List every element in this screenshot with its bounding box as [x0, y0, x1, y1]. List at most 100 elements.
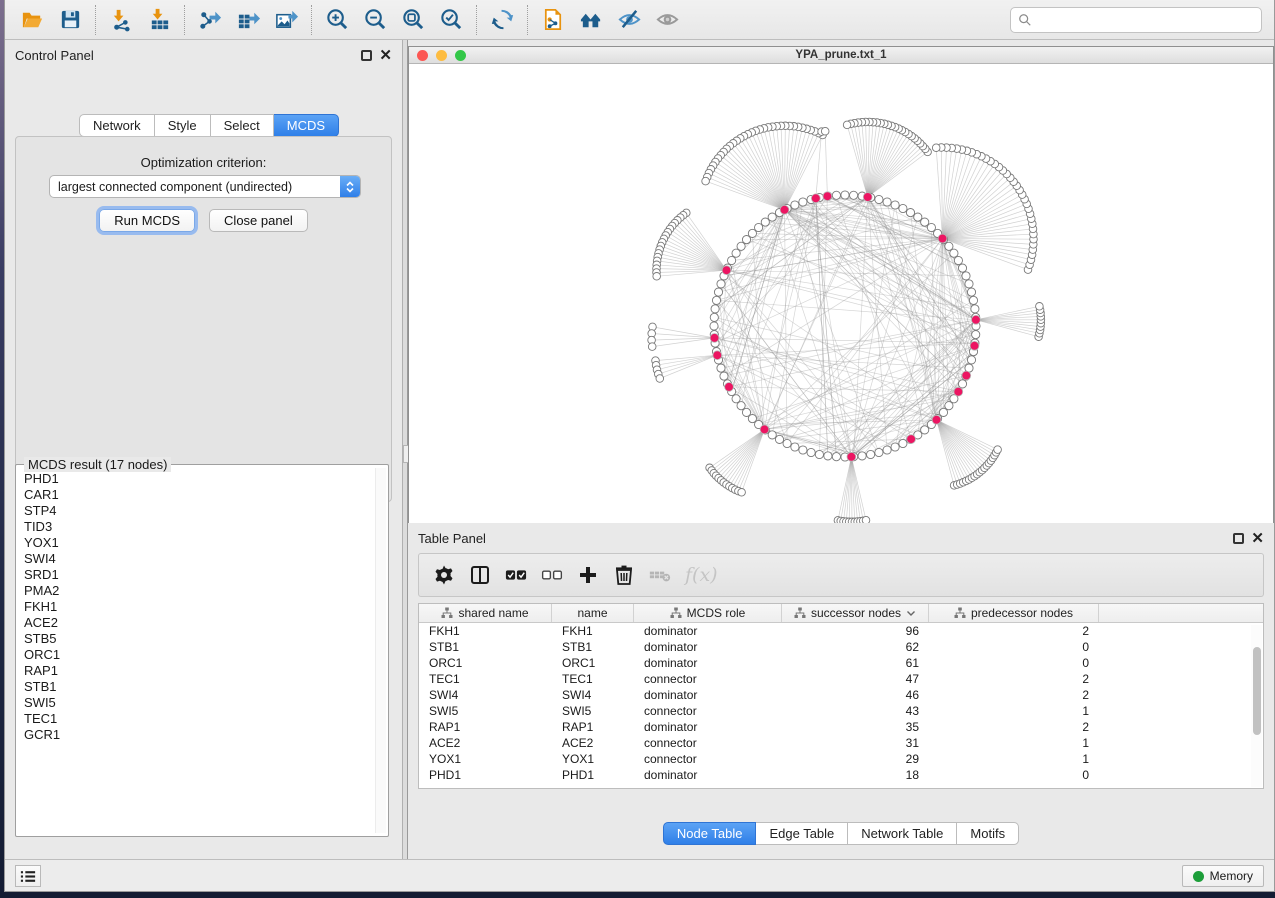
mcds-result-item[interactable]: STB5 [18, 631, 374, 647]
mcds-result-item[interactable]: STP4 [18, 503, 374, 519]
columns-icon[interactable] [469, 564, 491, 586]
cell-name: ACE2 [552, 735, 634, 751]
import-table-icon[interactable] [140, 3, 178, 37]
column-header-shared-name[interactable]: shared name [419, 604, 552, 622]
float-table-panel-icon[interactable] [1233, 533, 1244, 544]
export-image-icon[interactable] [267, 3, 305, 37]
run-mcds-button[interactable]: Run MCDS [99, 209, 195, 232]
mcds-result-item[interactable]: GCR1 [18, 727, 374, 743]
cell-predecessor-nodes: 2 [929, 687, 1099, 703]
cell-successor-nodes: 35 [782, 719, 929, 735]
table-tabs: Node TableEdge TableNetwork TableMotifs [408, 822, 1274, 845]
optimization-criterion-select[interactable]: largest connected component (undirected) [49, 175, 361, 198]
gear-icon[interactable] [433, 564, 455, 586]
table-row[interactable]: STB1STB1dominator620 [419, 639, 1263, 655]
mcds-result-item[interactable]: CAR1 [18, 487, 374, 503]
cell-predecessor-nodes: 0 [929, 767, 1099, 783]
app-window: Control Panel ✕ NetworkStyleSelectMCDS O… [4, 0, 1275, 892]
first-neighbors-icon[interactable] [572, 3, 610, 37]
mcds-result-item[interactable]: ORC1 [18, 647, 374, 663]
cell-predecessor-nodes: 2 [929, 719, 1099, 735]
export-network-icon[interactable] [191, 3, 229, 37]
mcds-result-item[interactable]: SWI4 [18, 551, 374, 567]
deselect-all-icon[interactable] [541, 564, 563, 586]
table-row[interactable]: SWI4SWI4dominator462 [419, 687, 1263, 703]
close-panel-button[interactable]: Close panel [209, 209, 308, 232]
tab-edge-table[interactable]: Edge Table [756, 822, 848, 845]
cell-name: ORC1 [552, 655, 634, 671]
search-box[interactable] [1010, 7, 1262, 33]
table-row[interactable]: RAP1RAP1dominator352 [419, 719, 1263, 735]
optimization-criterion-label: Optimization criterion: [16, 155, 391, 170]
table-toolbar: f(x) [418, 553, 1264, 597]
add-column-icon[interactable] [577, 564, 599, 586]
mcds-result-item[interactable]: SRD1 [18, 567, 374, 583]
save-session-icon[interactable] [51, 3, 89, 37]
column-header-successor-nodes[interactable]: successor nodes [782, 604, 929, 622]
cell-MCDS-role: dominator [634, 655, 782, 671]
table-row[interactable]: FKH1FKH1dominator962 [419, 623, 1263, 639]
table-scrollbar-thumb[interactable] [1253, 647, 1261, 735]
column-label: predecessor nodes [971, 606, 1073, 620]
tab-select[interactable]: Select [211, 114, 274, 137]
mcds-result-item[interactable]: YOX1 [18, 535, 374, 551]
mcds-result-item[interactable]: STB1 [18, 679, 374, 695]
tab-mcds[interactable]: MCDS [274, 114, 339, 137]
table-scrollbar[interactable] [1251, 625, 1262, 787]
table-row[interactable]: PHD1PHD1dominator180 [419, 767, 1263, 783]
mcds-result-item[interactable]: TID3 [18, 519, 374, 535]
open-file-icon[interactable] [13, 3, 51, 37]
show-all-icon[interactable] [648, 3, 686, 37]
memory-button[interactable]: Memory [1182, 865, 1264, 887]
cell-shared-name: PHD1 [419, 767, 552, 783]
delete-column-icon[interactable] [613, 564, 635, 586]
hide-selected-icon[interactable] [610, 3, 648, 37]
mcds-result-item[interactable]: PMA2 [18, 583, 374, 599]
zoom-out-icon[interactable] [356, 3, 394, 37]
mcds-result-item[interactable]: SWI5 [18, 695, 374, 711]
column-header-name[interactable]: name [552, 604, 634, 622]
tab-motifs[interactable]: Motifs [957, 822, 1019, 845]
cell-name: SWI5 [552, 703, 634, 719]
new-network-from-selection-icon[interactable] [534, 3, 572, 37]
cell-shared-name: ACE2 [419, 735, 552, 751]
cell-name: RAP1 [552, 719, 634, 735]
import-network-icon[interactable] [102, 3, 140, 37]
mcds-result-item[interactable]: RAP1 [18, 663, 374, 679]
column-header-predecessor-nodes[interactable]: predecessor nodes [929, 604, 1099, 622]
column-header-MCDS-role[interactable]: MCDS role [634, 604, 782, 622]
tab-style[interactable]: Style [155, 114, 211, 137]
close-table-panel-icon[interactable]: ✕ [1251, 533, 1264, 544]
combo-stepper-icon [340, 176, 360, 197]
tab-network[interactable]: Network [79, 114, 155, 137]
zoom-in-icon[interactable] [318, 3, 356, 37]
cell-name: SWI4 [552, 687, 634, 703]
table-row[interactable]: ORC1ORC1dominator610 [419, 655, 1263, 671]
search-input[interactable] [1037, 13, 1254, 27]
zoom-fit-icon[interactable] [394, 3, 432, 37]
tab-network-table[interactable]: Network Table [848, 822, 957, 845]
apply-layout-icon[interactable] [483, 3, 521, 37]
select-all-icon[interactable] [505, 564, 527, 586]
cell-MCDS-role: connector [634, 671, 782, 687]
tab-node-table[interactable]: Node Table [663, 822, 757, 845]
mcds-result-item[interactable]: PHD1 [18, 471, 374, 487]
network-graph[interactable] [409, 64, 1273, 559]
table-row[interactable]: ACE2ACE2connector311 [419, 735, 1263, 751]
table-row[interactable]: YOX1YOX1connector291 [419, 751, 1263, 767]
zoom-selected-icon[interactable] [432, 3, 470, 37]
close-panel-icon[interactable]: ✕ [379, 50, 392, 61]
mcds-result-item[interactable]: TEC1 [18, 711, 374, 727]
cell-MCDS-role: dominator [634, 719, 782, 735]
task-history-button[interactable] [15, 865, 41, 887]
export-table-icon[interactable] [229, 3, 267, 37]
float-panel-icon[interactable] [361, 50, 372, 61]
mcds-result-item[interactable]: ACE2 [18, 615, 374, 631]
mcds-panel: Optimization criterion: largest connecte… [15, 136, 392, 502]
mcds-result-list[interactable]: PHD1CAR1STP4TID3YOX1SWI4SRD1PMA2FKH1ACE2… [18, 471, 374, 834]
network-view-canvas[interactable] [409, 64, 1273, 559]
table-row[interactable]: SWI5SWI5connector431 [419, 703, 1263, 719]
table-row[interactable]: TEC1TEC1connector472 [419, 671, 1263, 687]
mcds-result-item[interactable]: FKH1 [18, 599, 374, 615]
mcds-list-scrollbar[interactable] [375, 468, 386, 833]
